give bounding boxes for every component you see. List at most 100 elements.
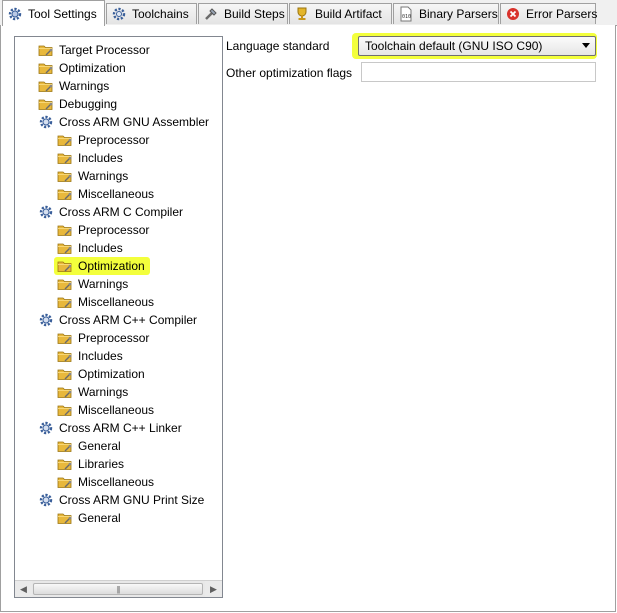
tree-item-label: Cross ARM C++ Compiler [59, 313, 198, 327]
options-folder-icon [57, 240, 73, 256]
options-folder-icon [57, 474, 73, 490]
tab-bar: Tool Settings Toolchains Build Steps Bui… [0, 0, 617, 26]
tree-item[interactable]: Preprocessor [57, 221, 151, 239]
options-folder-icon [57, 348, 73, 364]
tree-item-label: Preprocessor [78, 223, 150, 237]
tab-toolchains[interactable]: Toolchains [106, 3, 197, 24]
tree-item-label: Miscellaneous [78, 403, 155, 417]
tree-item[interactable]: Target Processor [38, 41, 152, 59]
tree-item[interactable]: Cross ARM GNU Print Size [38, 491, 206, 509]
tree-item[interactable]: Libraries [57, 455, 126, 473]
tree-item[interactable]: Cross ARM C++ Linker [38, 419, 184, 437]
language-standard-select[interactable]: Toolchain default (GNU ISO C90) [358, 36, 596, 56]
tree-item-label: Cross ARM GNU Assembler [59, 115, 210, 129]
options-folder-icon [57, 456, 73, 472]
tree-item-label: Miscellaneous [78, 187, 155, 201]
scroll-thumb[interactable]: ||| [33, 583, 203, 595]
tree-item[interactable]: Warnings [38, 77, 111, 95]
tree-item-label: Preprocessor [78, 133, 150, 147]
tool-gear-icon [38, 312, 54, 328]
tree-item-label: Includes [78, 349, 123, 363]
tab-build-steps[interactable]: Build Steps [198, 3, 288, 24]
tab-label: Toolchains [132, 7, 189, 21]
tree-item[interactable]: Miscellaneous [57, 401, 156, 419]
scroll-left-button[interactable]: ◀ [15, 581, 32, 597]
options-folder-icon [38, 42, 54, 58]
options-folder-icon [57, 384, 73, 400]
tool-settings-tree[interactable]: Target Processor Optimization Warnings Debu… [14, 36, 223, 598]
tab-binary-parsers[interactable]: 010 Binary Parsers [393, 3, 499, 24]
options-folder-icon [57, 402, 73, 418]
horizontal-scrollbar[interactable]: ◀ ||| ▶ [15, 580, 222, 597]
options-folder-icon [57, 294, 73, 310]
trophy-icon [294, 6, 310, 22]
tree-item-label: Optimization [78, 259, 145, 273]
tree-item[interactable]: Cross ARM C++ Compiler [38, 311, 199, 329]
language-standard-value: Toolchain default (GNU ISO C90) [365, 39, 543, 53]
tree-item[interactable]: Includes [57, 239, 125, 257]
tree-item-label: Warnings [59, 79, 110, 93]
tree-item[interactable]: Warnings [57, 275, 130, 293]
tree-item-label: Preprocessor [78, 331, 150, 345]
language-standard-label: Language standard [226, 39, 330, 53]
svg-text:010: 010 [402, 14, 411, 20]
gear-toolchain-icon [111, 6, 127, 22]
tree-item-label: Warnings [78, 385, 129, 399]
options-folder-icon [57, 186, 73, 202]
tree-item-label: General [78, 511, 121, 525]
tree-item-label: Miscellaneous [78, 295, 155, 309]
tree-item[interactable]: Cross ARM C Compiler [38, 203, 185, 221]
options-folder-icon [38, 60, 54, 76]
other-optimization-flags-label: Other optimization flags [226, 66, 353, 80]
options-folder-icon [57, 366, 73, 382]
tree-item[interactable]: General [57, 509, 123, 527]
options-folder-icon [57, 168, 73, 184]
tab-tool-settings[interactable]: Tool Settings [2, 0, 105, 26]
tree-item-label: Target Processor [59, 43, 150, 57]
tree-item[interactable]: Preprocessor [57, 329, 151, 347]
tab-label: Tool Settings [28, 6, 97, 21]
options-folder-icon [57, 132, 73, 148]
tree-item[interactable]: Includes [57, 347, 125, 365]
tree-item-label: Includes [78, 151, 123, 165]
tab-error-parsers[interactable]: Error Parsers [500, 3, 598, 24]
options-folder-icon [38, 96, 54, 112]
options-folder-icon [57, 510, 73, 526]
build-steps-icon [203, 6, 219, 22]
tree-item-label: Libraries [78, 457, 125, 471]
options-folder-icon [57, 330, 73, 346]
tree-item[interactable]: Includes [57, 149, 125, 167]
scroll-right-button[interactable]: ▶ [205, 581, 222, 597]
other-optimization-flags-input[interactable] [361, 62, 596, 82]
tree-item-label: Warnings [78, 169, 129, 183]
tree-item[interactable]: Optimization [38, 59, 128, 77]
tool-gear-icon [38, 114, 54, 130]
tree-item[interactable]: General [57, 437, 123, 455]
tree-item[interactable]: Warnings [57, 383, 130, 401]
tree-item[interactable]: Warnings [57, 167, 130, 185]
tree-item[interactable]: Miscellaneous [57, 473, 156, 491]
tree-item[interactable]: Miscellaneous [57, 293, 156, 311]
options-folder-icon [57, 276, 73, 292]
tree-item[interactable]: Debugging [38, 95, 119, 113]
tree-item[interactable]: Cross ARM GNU Assembler [38, 113, 211, 131]
tree-item-label: Miscellaneous [78, 475, 155, 489]
tool-gear-icon [38, 204, 54, 220]
tab-build-artifact[interactable]: Build Artifact [289, 3, 392, 24]
tree-item[interactable]: Optimization [57, 365, 147, 383]
chevron-down-icon [582, 43, 590, 48]
binary-file-icon: 010 [398, 6, 414, 22]
tree-item-label: Optimization [59, 61, 126, 75]
tree-item-label: Includes [78, 241, 123, 255]
tab-label: Build Artifact [315, 7, 382, 21]
tree-item-label: Cross ARM C Compiler [59, 205, 184, 219]
tool-gear-icon [38, 420, 54, 436]
tree-item-label: General [78, 439, 121, 453]
tree-item[interactable]: Miscellaneous [57, 185, 156, 203]
tree-item[interactable]: Optimization [54, 257, 150, 275]
options-folder-icon [57, 150, 73, 166]
tree-item-label: Cross ARM C++ Linker [59, 421, 182, 435]
tab-label: Build Steps [224, 7, 285, 21]
tree-item[interactable]: Preprocessor [57, 131, 151, 149]
tab-label: Error Parsers [526, 7, 598, 21]
